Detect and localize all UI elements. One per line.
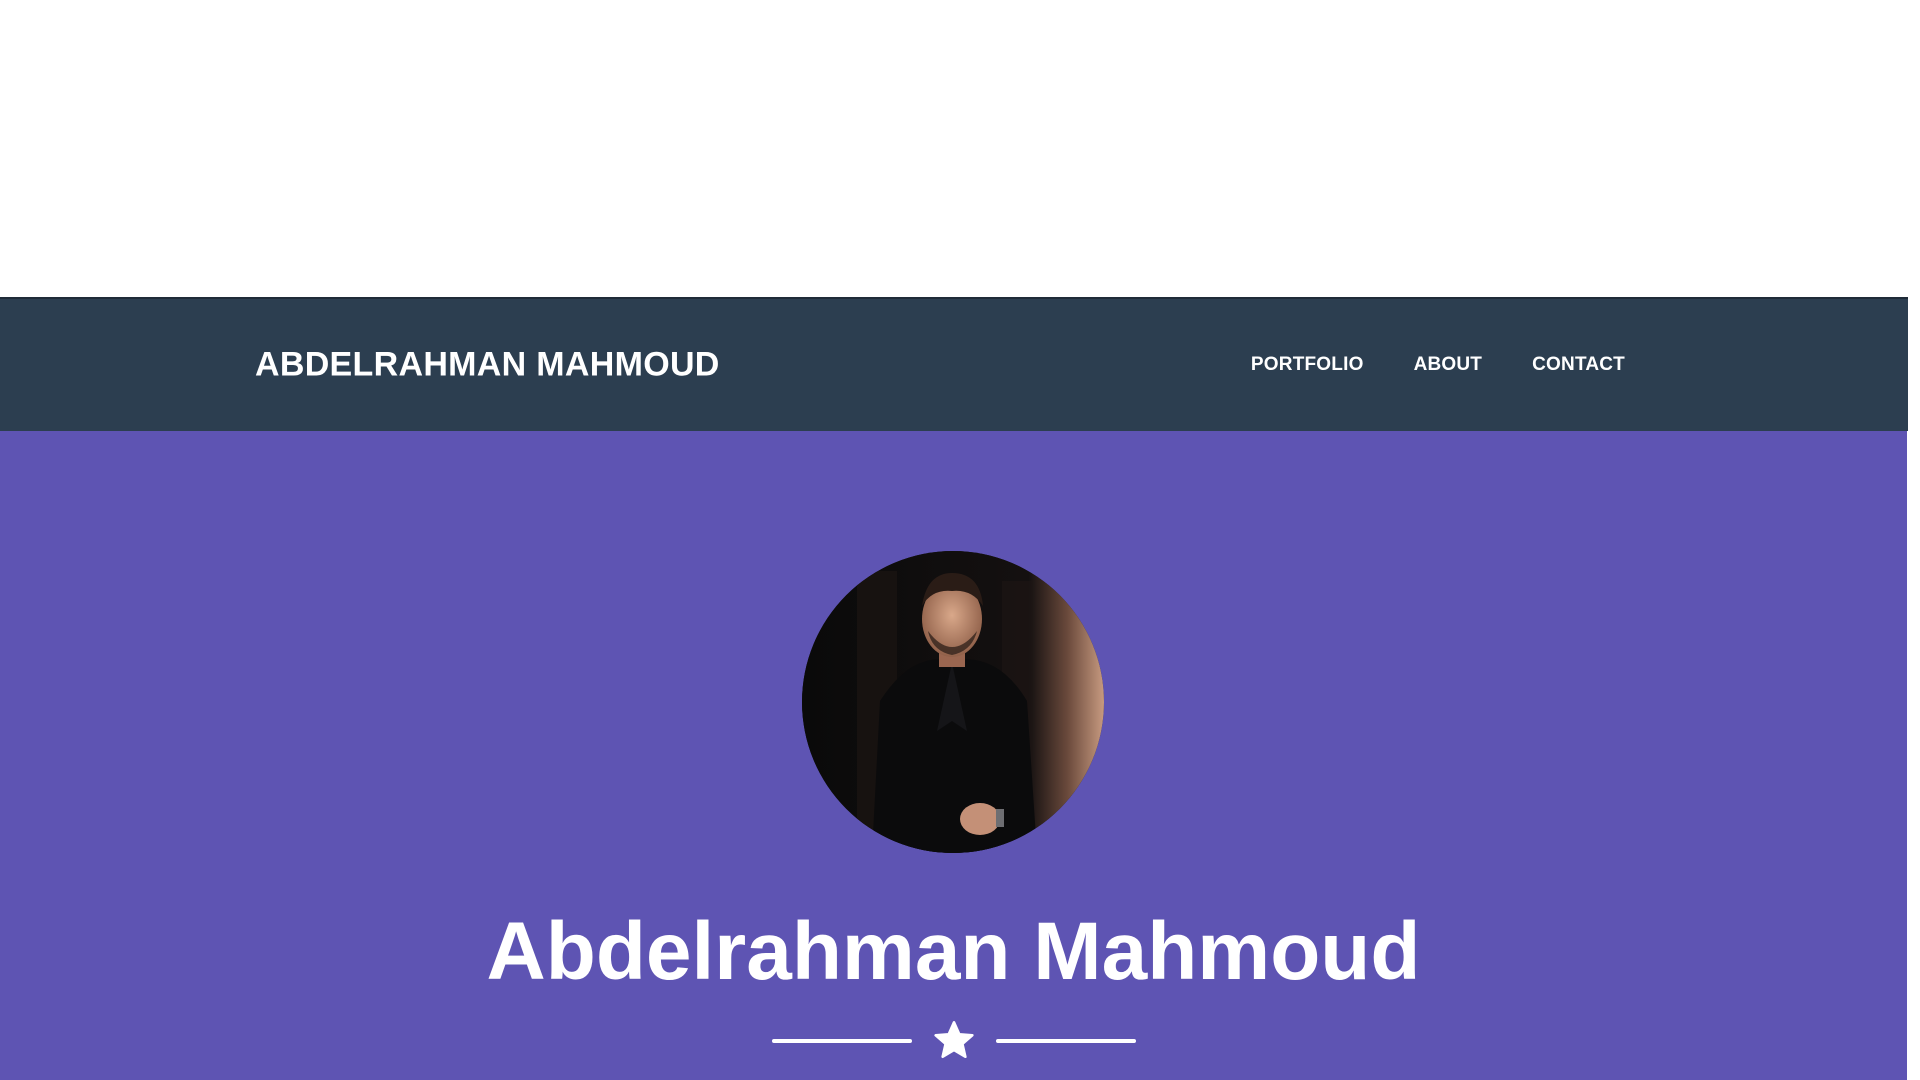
brand-link[interactable]: ABDELRAHMAN MAHMOUD: [255, 346, 720, 385]
top-blank-area: [0, 0, 1920, 297]
nav-links: PORTFOLIO ABOUT CONTACT: [1251, 354, 1625, 376]
avatar-photo: [802, 551, 1104, 853]
nav-link-portfolio[interactable]: PORTFOLIO: [1251, 354, 1364, 376]
navbar: ABDELRAHMAN MAHMOUD PORTFOLIO ABOUT CONT…: [0, 297, 1908, 431]
divider-line-left: [771, 1039, 912, 1043]
hero-section: Abdelrahman Mahmoud: [0, 431, 1907, 1080]
right-gutter: [1908, 297, 1920, 1080]
page: ABDELRAHMAN MAHMOUD PORTFOLIO ABOUT CONT…: [0, 0, 1920, 1080]
avatar: [802, 551, 1104, 853]
divider-line-right: [995, 1039, 1136, 1043]
nav-link-about[interactable]: ABOUT: [1414, 354, 1483, 376]
hero-title: Abdelrahman Mahmoud: [486, 906, 1421, 997]
star-icon: [933, 1021, 974, 1059]
title-divider: [0, 1019, 1907, 1063]
nav-link-contact[interactable]: CONTACT: [1532, 354, 1625, 376]
